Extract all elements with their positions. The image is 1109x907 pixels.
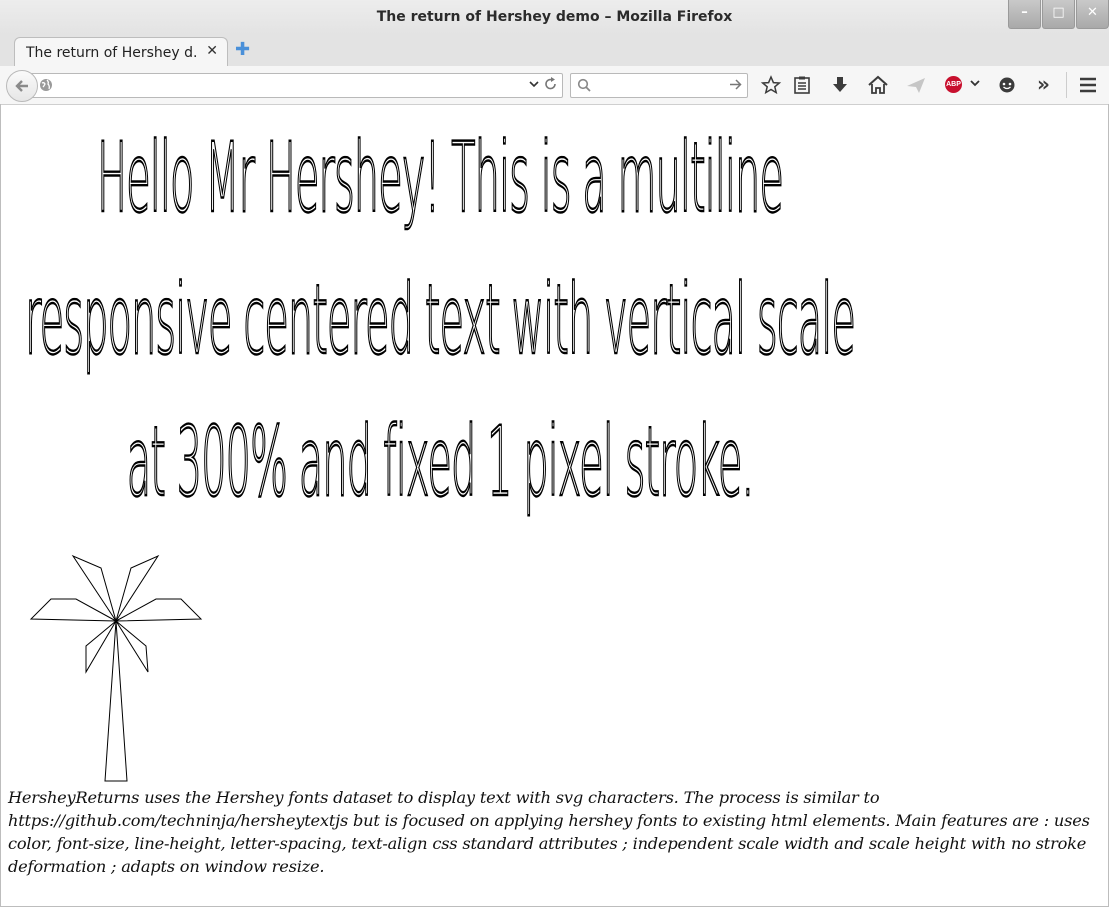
tab-strip: The return of Hershey d... ✕ ✚	[0, 34, 1109, 67]
page-content: Hello Mr Hershey! This is a multiline re…	[0, 105, 1109, 907]
window-controls: – □ ✕	[1007, 0, 1109, 30]
back-icon	[15, 80, 28, 92]
hershey-line-3: at 300% and fixed 1 pixel stroke.	[126, 408, 754, 520]
hershey-line-2: responsive centered text with vertical s…	[25, 266, 857, 378]
send-icon[interactable]	[905, 75, 927, 95]
new-tab-button[interactable]: ✚	[235, 39, 250, 60]
search-icon	[577, 78, 591, 92]
chevron-down-icon[interactable]	[970, 75, 980, 94]
bookmark-star-icon[interactable]	[760, 75, 782, 95]
go-arrow-icon[interactable]	[729, 78, 742, 91]
back-button[interactable]	[6, 70, 38, 102]
window-titlebar: The return of Hershey demo – Mozilla Fir…	[0, 0, 1109, 35]
adblock-plus-icon[interactable]: ABP	[945, 76, 962, 93]
tab-close-icon[interactable]: ✕	[206, 43, 218, 59]
minimize-button[interactable]: –	[1008, 0, 1041, 29]
download-icon[interactable]	[829, 75, 851, 95]
reload-icon[interactable]	[544, 76, 558, 96]
close-window-button[interactable]: ✕	[1076, 0, 1109, 29]
navigation-toolbar: ABP »	[0, 66, 1109, 105]
window-title: The return of Hershey demo – Mozilla Fir…	[376, 9, 733, 25]
tab-hershey-demo[interactable]: The return of Hershey d... ✕	[14, 37, 228, 67]
search-input[interactable]	[597, 76, 731, 95]
toolbar-divider	[1066, 72, 1067, 98]
maximize-button[interactable]: □	[1042, 0, 1075, 29]
menu-icon[interactable]	[1077, 75, 1099, 95]
chat-icon[interactable]	[996, 75, 1018, 95]
hershey-heading-block: Hello Mr Hershey! This is a multiline re…	[0, 105, 880, 545]
search-bar[interactable]	[570, 73, 748, 98]
globe-icon	[40, 79, 52, 91]
description-paragraph: HersheyReturns uses the Hershey fonts da…	[8, 788, 1090, 876]
url-dropdown-icon[interactable]	[529, 77, 539, 94]
tab-label: The return of Hershey d...	[26, 45, 198, 61]
hershey-line-1: Hello Mr Hershey! This is a multiline	[97, 124, 785, 236]
palm-tree-icon	[29, 554, 203, 782]
overflow-icon[interactable]: »	[1037, 72, 1059, 96]
home-icon[interactable]	[867, 75, 889, 95]
url-bar[interactable]	[28, 73, 563, 98]
window-border-left	[0, 104, 1, 907]
reading-list-icon[interactable]	[791, 75, 813, 95]
url-input[interactable]	[57, 76, 501, 95]
